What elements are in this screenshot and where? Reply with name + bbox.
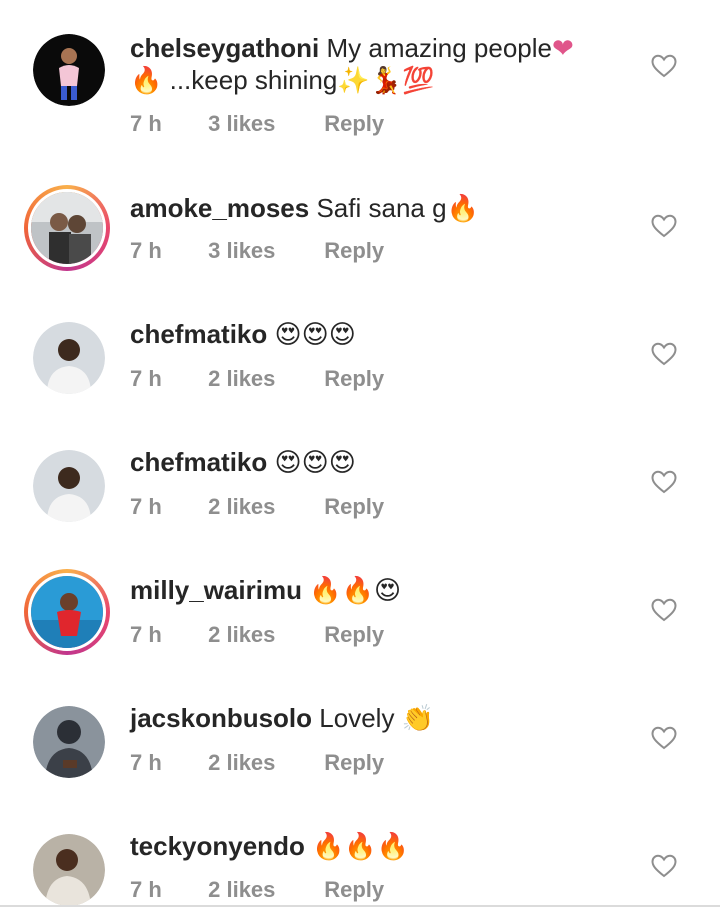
heart-outline-icon[interactable] (651, 54, 677, 78)
clapping-hands-emoji: 👏 (401, 704, 435, 734)
reply-button[interactable]: Reply (324, 750, 384, 776)
likes-count[interactable]: 2 likes (208, 366, 318, 392)
timestamp: 7 h (130, 877, 162, 902)
timestamp: 7 h (130, 238, 162, 263)
comment-text: chefmatiko 😍😍😍 (130, 446, 356, 479)
comment-text: chefmatiko 😍😍😍 (130, 318, 356, 351)
avatar-photo-icon (33, 450, 105, 522)
reply-button[interactable]: Reply (324, 494, 384, 520)
heart-outline-icon[interactable] (651, 342, 677, 366)
reply-button[interactable]: Reply (324, 238, 384, 264)
avatar-photo-icon (33, 322, 105, 394)
comment-text: chelseygathoni My amazing people❤ (130, 32, 574, 65)
reply-button[interactable]: Reply (324, 877, 384, 903)
timestamp: 7 h (130, 494, 162, 519)
fire-heart-eyes-emoji: 🔥🔥😍 (309, 576, 402, 606)
timestamp: 7 h (130, 111, 162, 136)
username[interactable]: chefmatiko (130, 447, 267, 477)
username[interactable]: teckyonyendo (130, 831, 305, 861)
comment-text: jacskonbusolo Lovely 👏 (130, 702, 434, 735)
comment-body: Safi sana g (316, 193, 447, 223)
avatar[interactable] (33, 450, 105, 522)
comment-meta: 7 h 2 likes Reply (130, 494, 384, 520)
username[interactable]: milly_wairimu (130, 575, 302, 605)
timestamp: 7 h (130, 750, 162, 775)
heart-eyes-emoji: 😍😍😍 (274, 448, 356, 478)
reply-button[interactable]: Reply (324, 366, 384, 392)
timestamp: 7 h (130, 366, 162, 391)
fire-emoji: 🔥 (130, 66, 163, 96)
likes-count[interactable]: 2 likes (208, 877, 318, 903)
avatar-photo-icon (28, 189, 106, 267)
avatar-photo-icon (28, 573, 106, 651)
comment-meta: 7 h 2 likes Reply (130, 622, 384, 648)
comment-body: ...keep shining (169, 65, 338, 95)
fire-emoji: 🔥 (446, 194, 479, 224)
fire-emoji: 🔥🔥🔥 (312, 832, 410, 862)
avatar-photo-icon (33, 34, 105, 106)
username[interactable]: amoke_moses (130, 193, 309, 223)
avatar-photo-icon (33, 706, 105, 778)
reply-button[interactable]: Reply (324, 622, 384, 648)
timestamp: 7 h (130, 622, 162, 647)
comment-text: amoke_moses Safi sana g🔥 (130, 192, 479, 225)
avatar[interactable] (33, 322, 105, 394)
comment-text: milly_wairimu 🔥🔥😍 (130, 574, 401, 607)
likes-count[interactable]: 2 likes (208, 622, 318, 648)
reply-button[interactable]: Reply (324, 111, 384, 137)
username[interactable]: jacskonbusolo (130, 703, 312, 733)
avatar[interactable] (33, 706, 105, 778)
comment-meta: 7 h 3 likes Reply (130, 238, 384, 264)
heart-outline-icon[interactable] (651, 854, 677, 878)
likes-count[interactable]: 2 likes (208, 494, 318, 520)
avatar[interactable] (33, 34, 105, 106)
heart-outline-icon[interactable] (651, 726, 677, 750)
username[interactable]: chefmatiko (130, 319, 267, 349)
avatar[interactable] (33, 834, 105, 906)
comment-text-continued: 🔥 ...keep shining✨💃💯 (130, 64, 434, 97)
comment-meta: 7 h 3 likes Reply (130, 111, 384, 137)
heart-outline-icon[interactable] (651, 470, 677, 494)
comment-text: teckyonyendo 🔥🔥🔥 (130, 830, 409, 863)
avatar[interactable] (24, 569, 110, 655)
heart-eyes-emoji: 😍😍😍 (274, 320, 356, 350)
avatar[interactable] (24, 185, 110, 271)
sparkles-dancer-hundred-emoji: ✨💃💯 (337, 66, 435, 96)
comments-list: chelseygathoni My amazing people❤ 🔥 ...k… (0, 0, 720, 907)
heart-outline-icon[interactable] (651, 214, 677, 238)
heart-emoji: ❤ (551, 34, 574, 64)
heart-outline-icon[interactable] (651, 598, 677, 622)
comment-meta: 7 h 2 likes Reply (130, 750, 384, 776)
comment-meta: 7 h 2 likes Reply (130, 366, 384, 392)
username[interactable]: chelseygathoni (130, 33, 319, 63)
likes-count[interactable]: 2 likes (208, 750, 318, 776)
comment-meta: 7 h 2 likes Reply (130, 877, 384, 903)
likes-count[interactable]: 3 likes (208, 238, 318, 264)
comment-body: My amazing people (326, 33, 552, 63)
avatar-photo-icon (33, 834, 105, 906)
comment-body: Lovely (319, 703, 395, 733)
likes-count[interactable]: 3 likes (208, 111, 318, 137)
